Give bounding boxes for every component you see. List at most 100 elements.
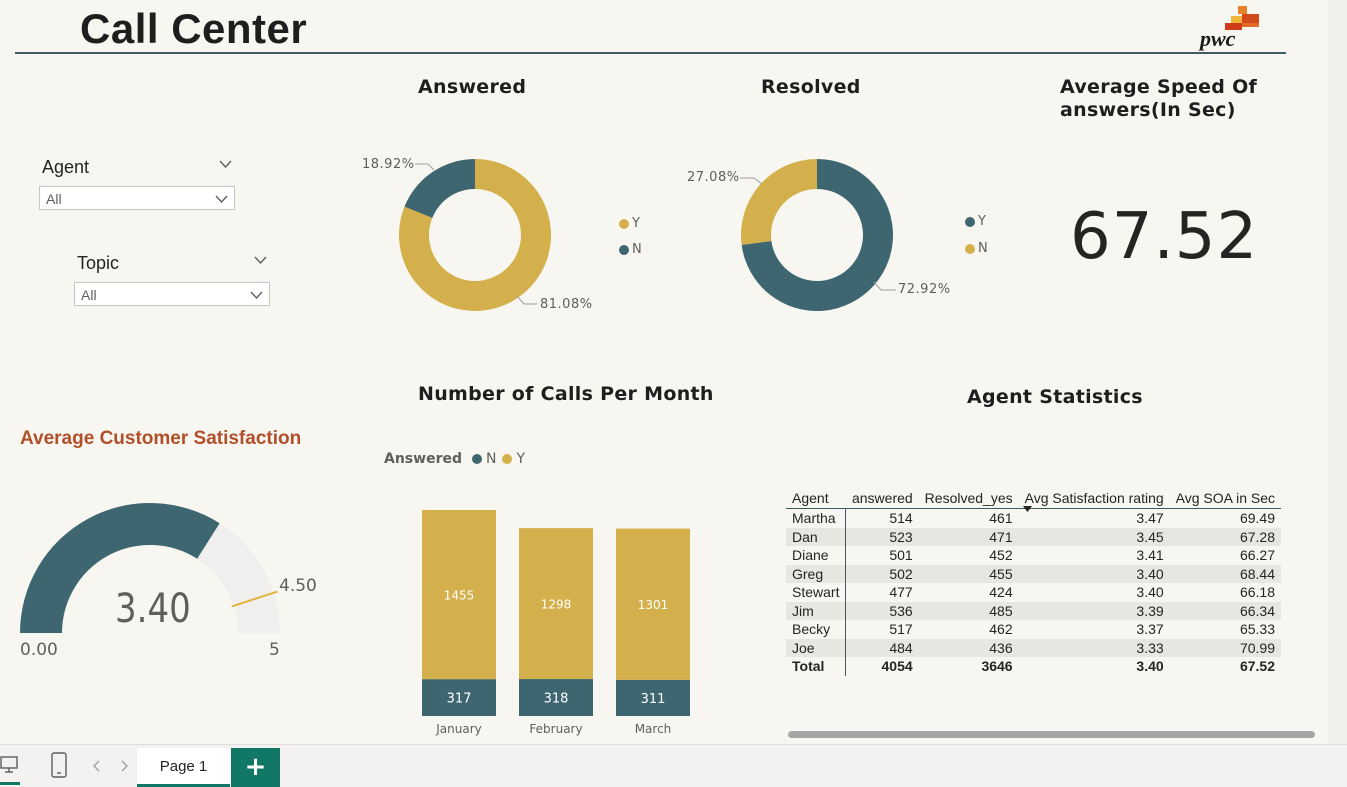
calls-title: Number of Calls Per Month (418, 383, 714, 405)
column-header-satisfaction[interactable]: Avg Satisfaction rating (1018, 478, 1170, 512)
agent-slicer-label: Agent (42, 157, 90, 177)
answered-label-n: 18.92% (362, 157, 415, 172)
resolved-title: Resolved (761, 76, 861, 98)
gauge-max-label: 5 (269, 640, 280, 660)
table-cell: Becky (786, 620, 847, 639)
calls-legend: Answered N Y (384, 451, 525, 467)
speed-kpi-value: 67.52 (1070, 200, 1259, 274)
page-tab-page-1[interactable]: Page 1 (137, 748, 230, 787)
table-cell: 66.27 (1239, 547, 1276, 563)
table-cell: 502 (845, 564, 919, 583)
table-cell: Jim (786, 601, 847, 620)
desktop-view-icon[interactable] (0, 755, 20, 775)
table-cell: 436 (918, 638, 1019, 657)
table-cell: 523 (845, 527, 919, 546)
table-row[interactable]: Martha 514 461 3.47 69.49 (786, 508, 1281, 528)
satisfaction-title: Average Customer Satisfaction (20, 428, 302, 449)
add-page-button[interactable]: + (231, 748, 280, 787)
resolved-label-y: 72.92% (898, 282, 951, 297)
table-cell: 455 (918, 564, 1019, 583)
page-title: Call Center (80, 5, 308, 52)
table-row[interactable]: Joe 484 436 3.33 70.99 (786, 638, 1282, 657)
table-cell: 452 (989, 547, 1013, 563)
table-cell: Diane (786, 546, 847, 565)
x-tick-label-january: January (435, 722, 482, 736)
table-cell: 424 (989, 584, 1013, 600)
calls-legend-y[interactable]: Y (516, 451, 525, 467)
pwc-logo: pwc (1198, 4, 1260, 52)
table-cell: 484 (845, 638, 919, 657)
agent-slicer-value: All (46, 191, 62, 207)
table-cell: 3.37 (1136, 621, 1164, 637)
table-cell: 70.99 (1169, 638, 1282, 657)
table-row[interactable]: Jim 536 485 3.39 66.34 (786, 601, 1282, 620)
chevron-down-icon (250, 291, 263, 300)
table-cell: 3.33 (1018, 638, 1170, 657)
topic-slicer-dropdown[interactable]: All (74, 282, 270, 306)
logo-text: pwc (1200, 26, 1236, 51)
table-cell: 3.40 (1018, 564, 1170, 583)
agent-slicer-collapse-chevron-icon[interactable] (219, 158, 232, 173)
column-header-answered[interactable]: answered (845, 478, 919, 509)
data-label-february-n: 318 (544, 692, 569, 707)
legend-dot-icon (502, 454, 513, 464)
mobile-view-icon[interactable] (50, 752, 68, 778)
chevron-down-icon (215, 195, 228, 204)
table-cell: 66.34 (1169, 601, 1282, 620)
table-horizontal-scrollbar[interactable] (788, 731, 1315, 738)
table-cell: 3.41 (1136, 547, 1164, 563)
calls-legend-title: Answered (384, 451, 462, 467)
legend-dot-icon (965, 243, 975, 254)
canvas-right-strip (1328, 0, 1347, 744)
calls-bar-chart[interactable]: 317 1455 January 318 1298 February 311 1301 Marc… (400, 480, 720, 742)
table-cell: 65.33 (1239, 621, 1276, 637)
table-cell: 67.28 (1169, 527, 1282, 546)
answered-label-y: 81.08% (540, 297, 593, 312)
legend-dot-icon (619, 218, 629, 229)
table-cell: 501 (889, 547, 913, 563)
answered-leader-n (415, 163, 435, 171)
table-row[interactable]: Stewart 477 424 3.40 66.18 (786, 583, 1281, 602)
sort-descending-icon (1022, 506, 1032, 512)
resolved-legend-y[interactable]: Y (965, 214, 986, 229)
column-header-soa[interactable]: Avg SOA in Sec (1169, 478, 1282, 509)
legend-dot-icon (965, 216, 975, 227)
data-label-march-y: 1301 (638, 598, 669, 612)
resolved-leader-n (740, 177, 763, 185)
previous-page-icon[interactable] (92, 760, 102, 772)
table-cell: Joe (786, 638, 847, 657)
page-navigation-bar: Page 1 + (0, 744, 1347, 787)
column-header-agent[interactable]: Agent (786, 478, 846, 509)
column-header-resolved[interactable]: Resolved_yes (918, 478, 1019, 509)
table-row[interactable]: Diane 501 452 3.41 66.27 (786, 546, 1281, 565)
resolved-legend-n[interactable]: N (965, 241, 988, 256)
desktop-view-active-indicator (0, 782, 20, 785)
agent-slicer-dropdown[interactable]: All (39, 186, 235, 210)
table-cell: 461 (989, 510, 1013, 526)
table-cell: Stewart (786, 583, 847, 602)
table-total-cell: 4054 (881, 658, 913, 674)
next-page-icon[interactable] (119, 760, 129, 772)
answered-legend-y[interactable]: Y (619, 216, 640, 231)
resolved-label-n: 27.08% (687, 170, 740, 185)
table-cell: 3.47 (1136, 510, 1164, 526)
speed-title: Average Speed Of answers(In Sec) (1060, 76, 1258, 121)
table-cell: 536 (845, 601, 919, 620)
table-cell: Martha (786, 508, 847, 528)
x-tick-label-february: February (529, 722, 582, 736)
table-row[interactable]: Becky 517 462 3.37 65.33 (786, 620, 1281, 639)
data-label-february-y: 1298 (541, 598, 572, 612)
table-row[interactable]: Greg 502 455 3.40 68.44 (786, 564, 1282, 583)
legend-dot-icon (619, 244, 629, 255)
calls-legend-n[interactable]: N (486, 451, 496, 467)
answered-legend-n[interactable]: N (619, 242, 642, 257)
legend-dot-icon (471, 454, 482, 464)
table-row[interactable]: Dan 523 471 3.45 67.28 (786, 527, 1282, 546)
topic-slicer-collapse-chevron-icon[interactable] (254, 254, 267, 269)
gauge-target-label: 4.50 (279, 576, 317, 596)
table-header-row: Agent answered Resolved_yes Avg Satisfac… (786, 478, 1282, 512)
table-cell: 66.18 (1239, 584, 1276, 600)
table-total-cell: 67.52 (1239, 658, 1276, 674)
table-total-cell: 3.40 (1136, 658, 1164, 674)
answered-title: Answered (418, 76, 527, 98)
